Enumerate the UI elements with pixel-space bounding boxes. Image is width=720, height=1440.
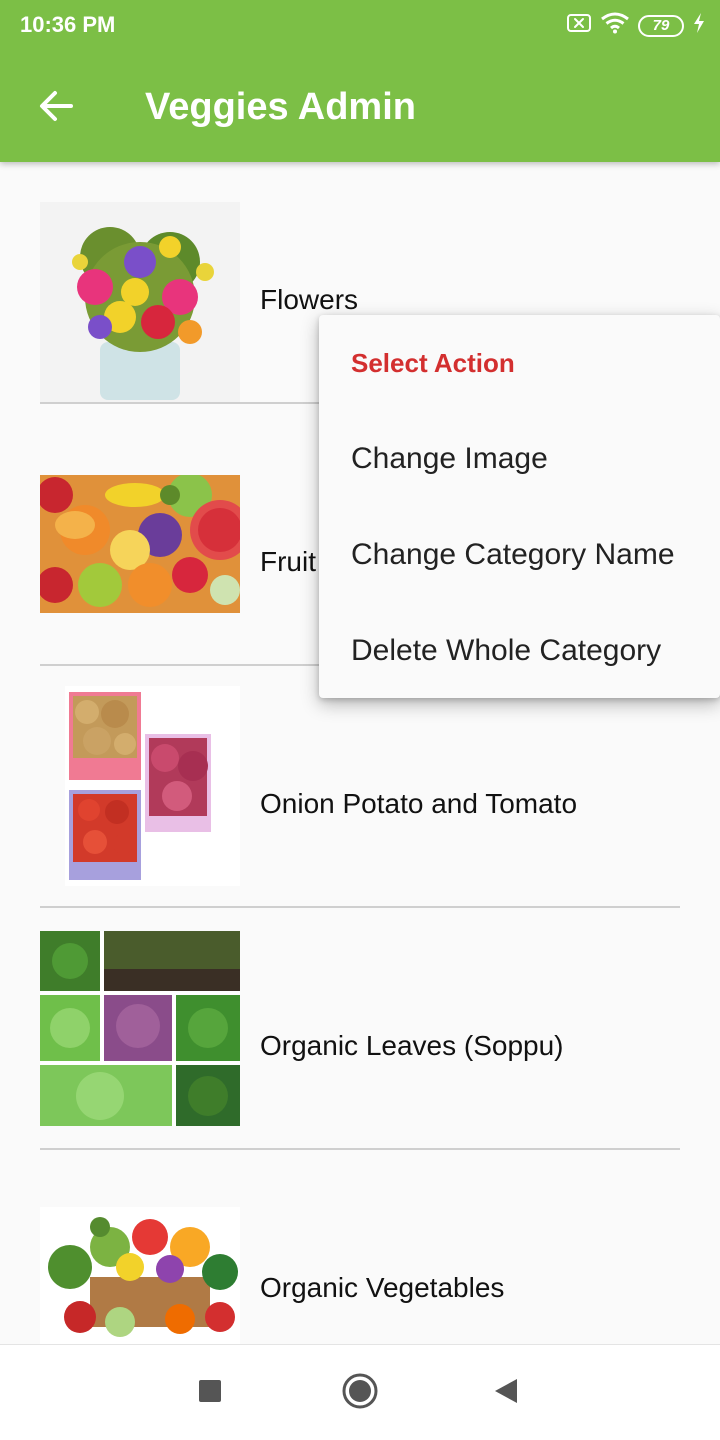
page-title: Veggies Admin	[145, 86, 416, 128]
context-menu: Select Action Change Image Change Catego…	[319, 315, 720, 698]
app-bar: 10:36 PM 79 Veggies Admin	[0, 0, 720, 162]
menu-item-delete-whole-category[interactable]: Delete Whole Category	[319, 603, 720, 699]
nav-back-button[interactable]	[482, 1369, 530, 1417]
category-image	[40, 475, 240, 613]
category-name: Organic Vegetables	[260, 1272, 505, 1303]
category-name: Onion Potato and Tomato	[260, 788, 578, 819]
recent-apps-button[interactable]	[186, 1369, 234, 1417]
category-image	[40, 931, 240, 1126]
charging-icon	[692, 12, 706, 39]
status-bar: 10:36 PM 79	[0, 0, 720, 52]
category-item-organic-vegetables[interactable]: Organic Vegetables	[0, 1150, 720, 1344]
menu-item-change-category-name[interactable]: Change Category Name	[319, 507, 720, 603]
home-button[interactable]	[336, 1369, 384, 1417]
category-name: Fruit	[260, 546, 316, 577]
category-item-organic-leaves[interactable]: Organic Leaves (Soppu)	[0, 908, 720, 1150]
menu-header: Select Action	[351, 348, 515, 378]
category-name: Flowers	[260, 284, 359, 315]
sim-off-icon	[566, 12, 592, 39]
arrow-back-icon	[38, 88, 74, 129]
status-icons: 79	[566, 12, 706, 39]
category-image	[40, 1207, 240, 1344]
category-item-onion-potato-tomato[interactable]: Onion Potato and Tomato	[0, 666, 720, 908]
status-time: 10:36 PM	[20, 12, 116, 37]
system-nav-bar	[0, 1344, 720, 1440]
home-icon	[341, 1372, 379, 1415]
menu-item-change-image[interactable]: Change Image	[319, 411, 720, 507]
category-image	[40, 202, 240, 402]
wifi-icon	[600, 12, 630, 39]
back-button[interactable]	[30, 82, 82, 134]
battery-icon: 79	[638, 14, 684, 37]
category-name: Organic Leaves (Soppu)	[260, 1030, 564, 1061]
recent-apps-icon	[198, 1379, 222, 1408]
back-icon	[493, 1377, 519, 1410]
category-image	[65, 686, 240, 886]
